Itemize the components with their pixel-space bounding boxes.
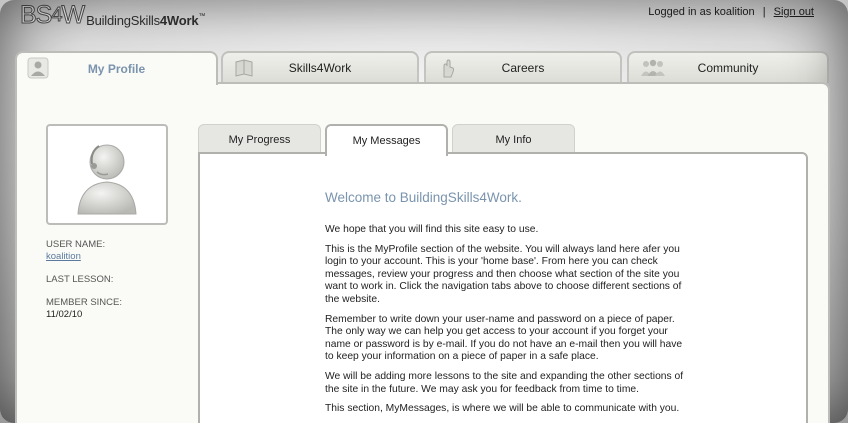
member-since-value: 11/02/10 bbox=[46, 309, 83, 320]
tab-my-profile[interactable]: My Profile bbox=[15, 51, 218, 85]
avatar bbox=[46, 124, 168, 225]
user-name-link[interactable]: koalition bbox=[46, 251, 81, 262]
login-area: Logged in as koalition | Sign out bbox=[648, 6, 814, 18]
book-icon bbox=[235, 59, 253, 77]
profile-info: USER NAME: koalition LAST LESSON: MEMBER… bbox=[46, 239, 122, 321]
tab-my-progress[interactable]: My Progress bbox=[198, 124, 321, 154]
message-title: Welcome to BuildingSkills4Work. bbox=[325, 190, 522, 205]
tab-label: Community bbox=[697, 61, 759, 75]
tab-my-info[interactable]: My Info bbox=[452, 124, 575, 154]
logged-in-text: Logged in as koalition bbox=[648, 6, 755, 18]
logo[interactable]: BS4W BuildingSkills4Work™ bbox=[19, 1, 206, 29]
tab-label: Skills4Work bbox=[288, 61, 352, 75]
user-name-label: USER NAME: bbox=[46, 239, 106, 250]
tab-my-messages[interactable]: My Messages bbox=[325, 124, 448, 156]
sub-tab-label: My Info bbox=[495, 133, 532, 146]
logo-text: BuildingSkills4Work™ bbox=[86, 13, 206, 28]
message-paragraph: We will be adding more lessons to the si… bbox=[325, 370, 684, 395]
tab-skills4work[interactable]: Skills4Work bbox=[221, 51, 419, 83]
message-paragraph: This section, MyMessages, is where we wi… bbox=[325, 403, 680, 415]
message-paragraph: Remember to write down your user-name an… bbox=[325, 313, 683, 363]
separator: | bbox=[762, 6, 766, 18]
sign-out-link[interactable]: Sign out bbox=[774, 6, 814, 18]
people-icon bbox=[641, 59, 665, 76]
logo-mark: BS4W bbox=[19, 1, 85, 29]
message-paragraph: This is the MyProfile section of the web… bbox=[325, 243, 682, 305]
sub-tab-label: My Messages bbox=[352, 135, 421, 147]
tab-community[interactable]: Community bbox=[627, 51, 829, 83]
sub-tab-label: My Progress bbox=[228, 133, 291, 146]
tab-label: Careers bbox=[501, 61, 545, 75]
user-icon bbox=[27, 57, 49, 79]
tab-careers[interactable]: Careers bbox=[424, 51, 622, 83]
member-since-label: MEMBER SINCE: bbox=[46, 297, 123, 308]
avatar-icon bbox=[77, 144, 137, 214]
messages-content: Welcome to BuildingSkills4Work. We hope … bbox=[198, 152, 808, 423]
main-panel: USER NAME: koalition LAST LESSON: MEMBER… bbox=[15, 82, 830, 423]
hand-pointer-icon bbox=[443, 59, 454, 78]
tab-label: My Profile bbox=[87, 62, 146, 76]
message-paragraph: We hope that you will find this site eas… bbox=[325, 224, 539, 235]
message-body: Welcome to BuildingSkills4Work. We hope … bbox=[325, 190, 690, 423]
last-lesson-label: LAST LESSON: bbox=[46, 274, 114, 285]
